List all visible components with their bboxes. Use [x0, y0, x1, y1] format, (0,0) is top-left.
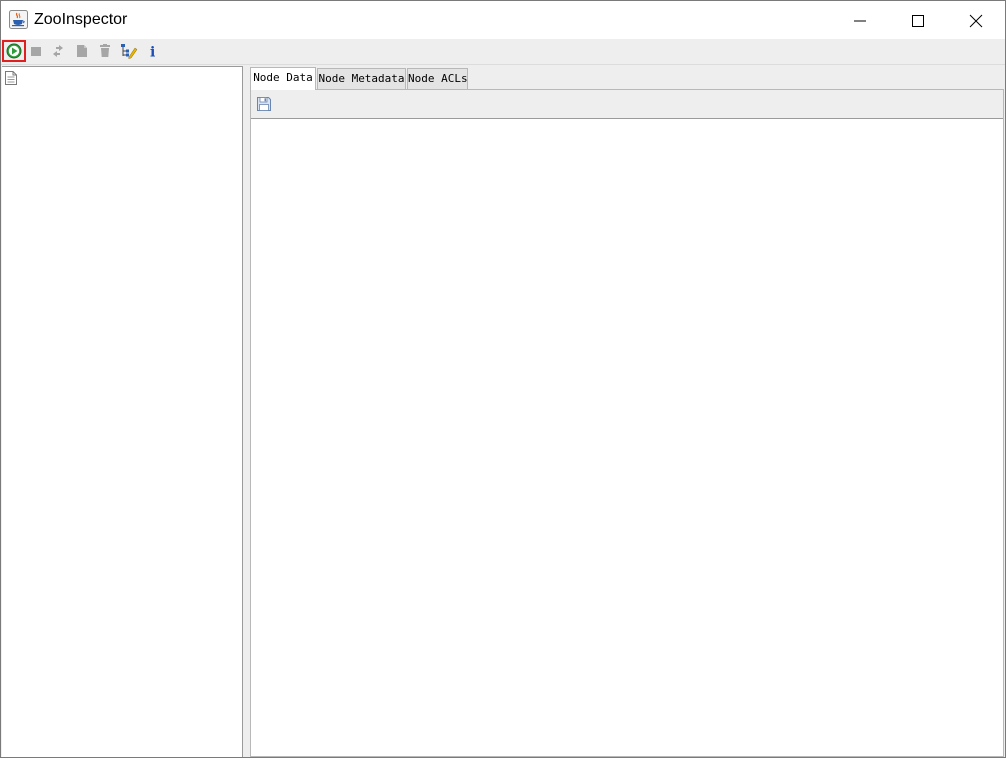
title-bar[interactable]: ZooInspector [1, 1, 1005, 39]
save-button[interactable] [256, 96, 272, 112]
node-details-panel: Node Data Node Metadata Node ACLs [248, 65, 1005, 757]
minimize-button[interactable] [831, 1, 889, 39]
node-data-editor[interactable] [251, 118, 1003, 756]
play-icon [6, 43, 22, 59]
node-data-tab-content [250, 89, 1004, 757]
tab-node-metadata[interactable]: Node Metadata [317, 68, 406, 89]
disconnect-button[interactable] [26, 41, 46, 61]
tree-edit-icon [121, 44, 138, 59]
app-window: ZooInspector i Node Data Node Metadata N… [0, 0, 1006, 758]
delete-node-button[interactable] [95, 41, 115, 61]
about-button[interactable]: i [142, 41, 162, 61]
main-toolbar: i [1, 39, 1005, 65]
close-icon [969, 14, 983, 28]
add-node-icon [77, 45, 87, 57]
save-icon [257, 97, 271, 111]
stop-icon [31, 47, 41, 56]
add-node-button[interactable] [72, 41, 92, 61]
java-cup-icon [9, 10, 28, 29]
maximize-button[interactable] [889, 1, 947, 39]
window-title: ZooInspector [34, 11, 128, 28]
info-glyph: i [150, 45, 155, 60]
close-button[interactable] [947, 1, 1005, 39]
tab-node-acls[interactable]: Node ACLs [407, 68, 468, 89]
node-tree[interactable] [2, 66, 243, 757]
info-icon: i [150, 45, 155, 60]
connect-button[interactable] [2, 40, 26, 62]
maximize-icon [912, 15, 924, 27]
node-data-toolbar [251, 90, 1003, 118]
trash-icon [100, 44, 110, 57]
refresh-icon [53, 45, 63, 57]
tab-node-data[interactable]: Node Data [250, 67, 316, 90]
node-viewers-button[interactable] [118, 41, 138, 61]
document-icon[interactable] [5, 70, 17, 85]
minimize-icon [854, 20, 866, 22]
refresh-button[interactable] [48, 41, 68, 61]
